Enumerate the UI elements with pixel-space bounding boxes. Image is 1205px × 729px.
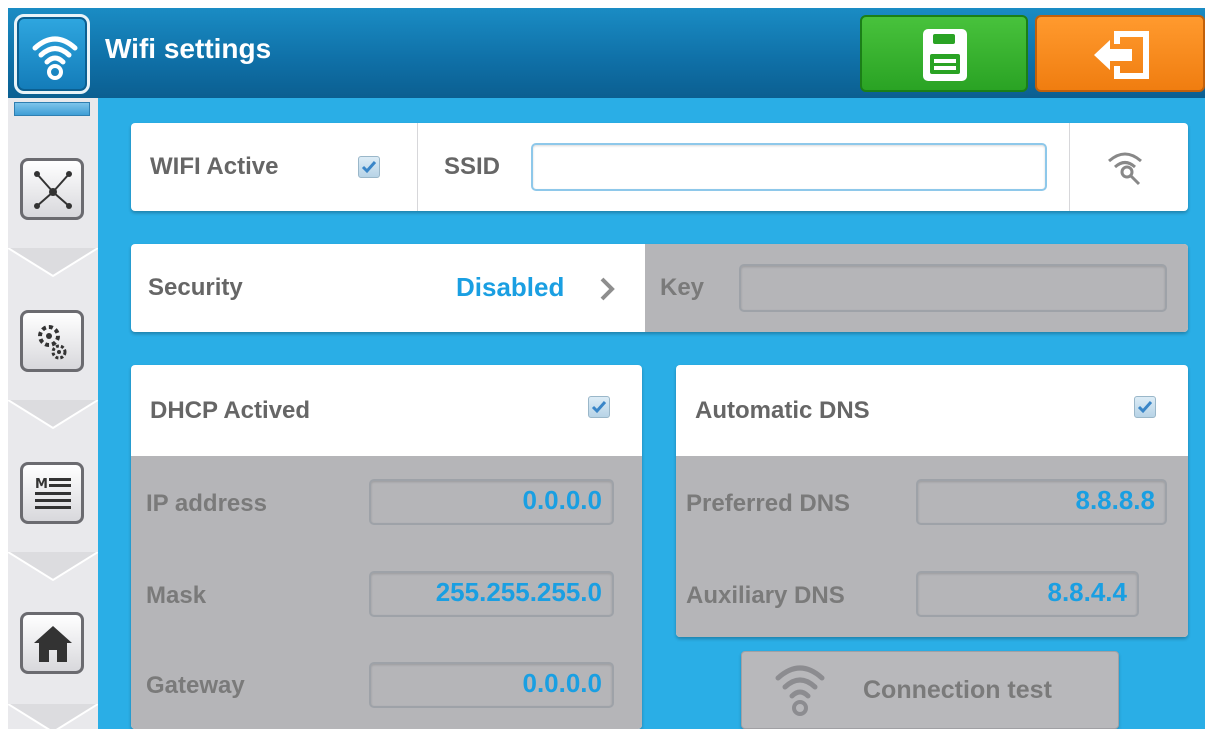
network-nodes-icon — [34, 171, 72, 209]
connection-test-label: Connection test — [863, 676, 1052, 704]
chevron-right-icon — [600, 277, 615, 301]
security-value: Disabled — [456, 272, 565, 302]
preferred-dns-value: 8.8.8.8 — [1075, 485, 1155, 515]
exit-button[interactable] — [1035, 15, 1205, 92]
mask-value: 255.255.255.0 — [435, 577, 602, 607]
ip-address-field[interactable]: 0.0.0.0 — [369, 479, 614, 525]
sidebar-indicator — [14, 102, 90, 116]
mask-field[interactable]: 255.255.255.0 — [369, 571, 614, 617]
gateway-label: Gateway — [146, 672, 245, 699]
divider — [1069, 123, 1070, 211]
dhcp-label: DHCP Actived — [150, 397, 311, 424]
wifi-settings-icon — [14, 14, 90, 94]
key-section: Key — [645, 244, 1188, 332]
divider — [417, 123, 418, 211]
svg-text:M: M — [35, 477, 48, 492]
security-panel: Security Disabled Key — [131, 244, 1188, 332]
dns-panel: Automatic DNS Preferred DNS 8.8.8.8 Auxi… — [676, 365, 1188, 637]
ssid-field[interactable] — [531, 143, 1047, 191]
ssid-label: SSID — [444, 153, 501, 180]
auxiliary-dns-label: Auxiliary DNS — [686, 582, 845, 609]
sidebar-divider — [8, 704, 98, 729]
sidebar-item-settings[interactable] — [12, 296, 94, 382]
check-icon — [591, 401, 607, 414]
automatic-dns-checkbox[interactable] — [1134, 396, 1156, 418]
gateway-value: 0.0.0.0 — [522, 668, 602, 698]
header-bar: Wifi settings — [8, 8, 1205, 98]
security-label: Security — [148, 274, 243, 301]
check-icon — [361, 161, 377, 174]
preferred-dns-label: Preferred DNS — [686, 490, 851, 517]
gears-icon — [38, 325, 67, 360]
preferred-dns-field[interactable]: 8.8.8.8 — [916, 479, 1167, 525]
wifi-signal-icon — [775, 665, 825, 716]
ip-address-label: IP address — [146, 490, 267, 517]
sidebar-divider — [8, 552, 98, 582]
floppy-disk-icon — [923, 29, 967, 81]
connection-test-button[interactable]: Connection test — [741, 651, 1119, 729]
wifi-search-icon — [1108, 152, 1142, 186]
screen: Wifi settings M WIFI Active SSID Securit… — [8, 8, 1205, 729]
dns-fields: Preferred DNS 8.8.8.8 Auxiliary DNS 8.8.… — [676, 456, 1188, 637]
wifi-active-label: WIFI Active — [150, 153, 279, 180]
dhcp-fields: IP address 0.0.0.0 Mask 255.255.255.0 Ga… — [131, 456, 642, 729]
auxiliary-dns-field[interactable]: 8.8.4.4 — [916, 571, 1139, 617]
wifi-scan-button[interactable] — [1105, 145, 1149, 189]
sidebar: M — [8, 98, 98, 729]
dhcp-panel: DHCP Actived IP address 0.0.0.0 Mask 255… — [131, 365, 642, 729]
check-icon — [1137, 401, 1153, 414]
mask-label: Mask — [146, 582, 207, 609]
ip-address-value: 0.0.0.0 — [522, 485, 602, 515]
dhcp-checkbox[interactable] — [588, 396, 610, 418]
sidebar-item-network[interactable] — [12, 144, 94, 230]
auxiliary-dns-value: 8.8.4.4 — [1047, 577, 1127, 607]
key-field[interactable] — [739, 264, 1167, 312]
sidebar-item-menu[interactable]: M — [12, 448, 94, 534]
sidebar-item-home[interactable] — [12, 598, 94, 684]
save-button[interactable] — [860, 15, 1028, 92]
sidebar-divider — [8, 248, 98, 278]
page-title: Wifi settings — [105, 33, 272, 64]
gateway-field[interactable]: 0.0.0.0 — [369, 662, 614, 708]
wifi-panel: WIFI Active SSID — [131, 123, 1188, 211]
automatic-dns-label: Automatic DNS — [695, 397, 870, 424]
key-label: Key — [660, 274, 705, 301]
sidebar-divider — [8, 400, 98, 430]
menu-list-icon: M — [35, 477, 71, 509]
wifi-active-checkbox[interactable] — [358, 156, 380, 178]
home-icon — [34, 626, 72, 662]
security-selector[interactable]: Security Disabled — [131, 244, 645, 332]
exit-arrow-icon — [1094, 31, 1149, 79]
